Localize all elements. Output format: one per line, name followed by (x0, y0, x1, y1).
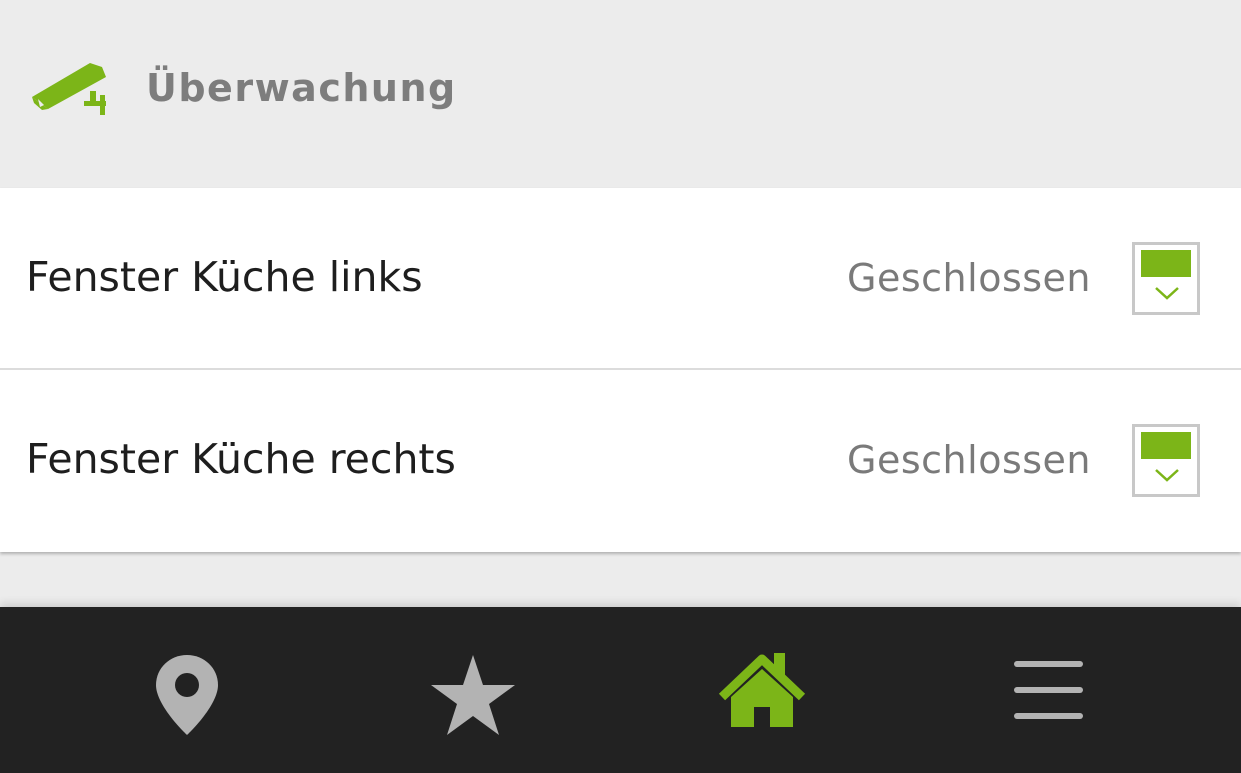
map-pin-icon (156, 655, 218, 735)
hamburger-menu-icon (1014, 661, 1083, 719)
nav-location[interactable] (142, 651, 232, 741)
device-status: Geschlossen (847, 256, 1091, 300)
app: Überwachung Fenster Küche links Geschlos… (0, 0, 1241, 773)
nav-menu[interactable] (1003, 651, 1093, 741)
security-camera-icon (28, 55, 110, 119)
nav-favorites[interactable] (428, 651, 518, 741)
device-status: Geschlossen (847, 438, 1091, 482)
star-icon (431, 655, 515, 735)
nav-home[interactable] (717, 651, 807, 741)
window-closed-icon (1132, 242, 1200, 315)
window-closed-icon (1132, 424, 1200, 497)
section-header: Überwachung (0, 0, 1241, 187)
section-title: Überwachung (146, 66, 457, 110)
device-name: Fenster Küche links (26, 253, 423, 301)
device-list: Fenster Küche links Geschlossen Fenster … (0, 188, 1241, 552)
list-item[interactable]: Fenster Küche rechts Geschlossen (0, 370, 1241, 552)
home-icon (718, 653, 806, 727)
device-name: Fenster Küche rechts (26, 435, 456, 483)
list-item[interactable]: Fenster Küche links Geschlossen (0, 188, 1241, 370)
bottom-navigation (0, 607, 1241, 773)
